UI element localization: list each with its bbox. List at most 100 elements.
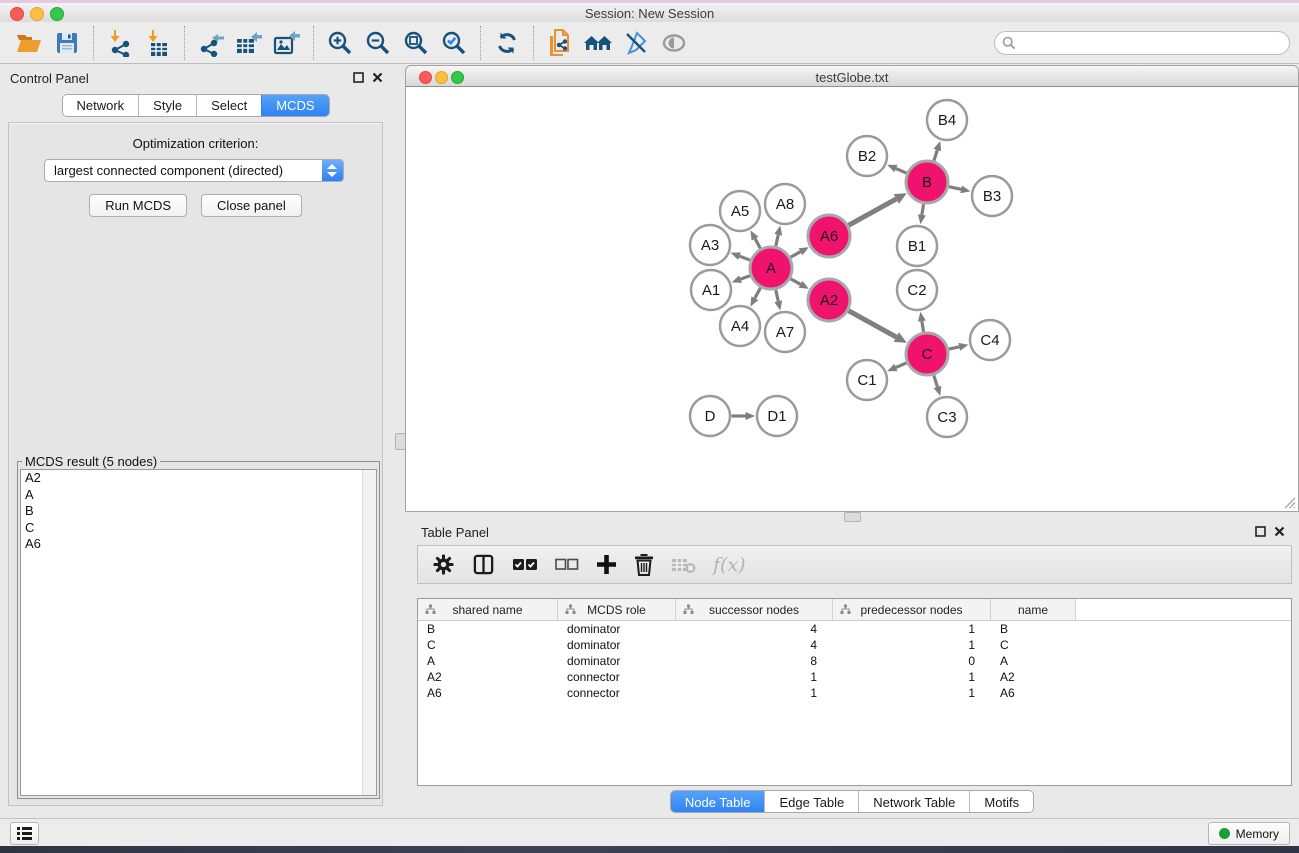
- home-view-icon[interactable]: [579, 25, 617, 61]
- export-image-icon[interactable]: [268, 25, 306, 61]
- export-table-icon[interactable]: [230, 25, 268, 61]
- delete-table-icon[interactable]: [671, 556, 696, 574]
- edge-D-D1: [732, 412, 756, 420]
- mcds-result-item[interactable]: C: [21, 520, 376, 537]
- graph-node-A[interactable]: A: [750, 247, 792, 289]
- graph-node-B2[interactable]: B2: [847, 136, 887, 176]
- tab-node-table[interactable]: Node Table: [671, 791, 765, 813]
- graph-node-B1[interactable]: B1: [897, 226, 937, 266]
- graph-node-B3[interactable]: B3: [972, 176, 1012, 216]
- table-row[interactable]: A2connector11A2: [418, 669, 1291, 685]
- graph-node-B4[interactable]: B4: [927, 100, 967, 140]
- zoom-selected-icon[interactable]: [435, 25, 473, 61]
- table-cell: 1: [833, 638, 991, 652]
- svg-text:D: D: [705, 408, 716, 425]
- node-table-header: shared nameMCDS rolesuccessor nodesprede…: [418, 599, 1291, 621]
- graph-node-A1[interactable]: A1: [691, 270, 731, 310]
- save-session-icon[interactable]: [48, 25, 86, 61]
- memory-button[interactable]: Memory: [1208, 822, 1290, 845]
- close-panel-icon[interactable]: [372, 72, 383, 83]
- graph-node-C1[interactable]: C1: [847, 360, 887, 400]
- mcds-result-item[interactable]: A: [21, 487, 376, 504]
- graph-node-A7[interactable]: A7: [765, 312, 805, 352]
- mcds-result-list[interactable]: A2ABCA6: [20, 469, 377, 796]
- graph-node-A4[interactable]: A4: [720, 306, 760, 346]
- fx-icon[interactable]: f(x): [713, 554, 746, 576]
- graph-node-B[interactable]: B: [906, 161, 948, 203]
- import-network-icon[interactable]: [101, 25, 139, 61]
- new-network-icon[interactable]: [541, 25, 579, 61]
- tab-motifs[interactable]: Motifs: [969, 791, 1033, 813]
- criterion-dropdown[interactable]: largest connected component (directed): [44, 159, 344, 182]
- select-all-icon[interactable]: [512, 557, 538, 572]
- table-row[interactable]: Bdominator41B: [418, 621, 1291, 637]
- tab-edge-table[interactable]: Edge Table: [764, 791, 858, 813]
- column-header-predecessor-nodes[interactable]: predecessor nodes: [833, 599, 991, 620]
- edge-A-A4: [750, 288, 760, 307]
- gear-icon[interactable]: [432, 553, 455, 576]
- edge-B-B4: [934, 141, 942, 161]
- refresh-icon[interactable]: [488, 25, 526, 61]
- graph-node-A2[interactable]: A2: [808, 279, 850, 321]
- run-mcds-button[interactable]: Run MCDS: [89, 194, 187, 217]
- eye-icon[interactable]: [655, 25, 693, 61]
- column-header-shared-name[interactable]: shared name: [418, 599, 558, 620]
- mcds-result-item[interactable]: A6: [21, 536, 376, 553]
- network-window-titlebar[interactable]: testGlobe.txt: [405, 65, 1299, 87]
- graph-node-A8[interactable]: A8: [765, 184, 805, 224]
- close-table-panel-icon[interactable]: [1274, 526, 1285, 537]
- mcds-result-items: A2ABCA6: [21, 470, 376, 553]
- import-table-icon[interactable]: [139, 25, 177, 61]
- svg-text:A4: A4: [731, 318, 749, 335]
- svg-text:B3: B3: [983, 188, 1001, 205]
- float-table-panel-icon[interactable]: [1255, 526, 1266, 537]
- task-history-button[interactable]: [10, 822, 39, 845]
- graph-node-C2[interactable]: C2: [897, 270, 937, 310]
- column-header-name[interactable]: name: [991, 599, 1076, 620]
- network-canvas[interactable]: A A1 A2 A3 A4 A5 A6 A7 A8 B B1 B2 B3 B4 C C1 C2 C3C4 D D1: [405, 87, 1299, 512]
- hide-panel-icon[interactable]: [617, 25, 655, 61]
- graph-node-D[interactable]: D: [690, 396, 730, 436]
- control-panel: Control Panel NetworkStyleSelectMCDS Opt…: [0, 65, 391, 818]
- svg-text:A8: A8: [776, 196, 794, 213]
- table-row[interactable]: A6connector11A6: [418, 685, 1291, 701]
- columns-icon[interactable]: [472, 553, 495, 576]
- zoom-in-icon[interactable]: [321, 25, 359, 61]
- tab-style[interactable]: Style: [138, 95, 196, 116]
- float-panel-icon[interactable]: [353, 72, 364, 83]
- graph-node-C4[interactable]: C4: [970, 320, 1010, 360]
- table-row[interactable]: Cdominator41C: [418, 637, 1291, 653]
- graph-node-A3[interactable]: A3: [690, 225, 730, 265]
- tab-mcds[interactable]: MCDS: [261, 95, 328, 116]
- tab-select[interactable]: Select: [196, 95, 261, 116]
- table-cell: 1: [833, 670, 991, 684]
- deselect-all-icon[interactable]: [555, 558, 579, 571]
- graph-node-C[interactable]: C: [906, 333, 948, 375]
- tab-network[interactable]: Network: [62, 95, 138, 116]
- svg-text:A1: A1: [702, 282, 720, 299]
- search-input[interactable]: [994, 31, 1290, 55]
- graph-node-A6[interactable]: A6: [808, 215, 850, 257]
- mcds-result-item[interactable]: A2: [21, 470, 376, 487]
- column-label: predecessor nodes: [833, 603, 990, 617]
- column-header-successor-nodes[interactable]: successor nodes: [676, 599, 833, 620]
- edge-A2-C: [849, 311, 907, 343]
- close-panel-button[interactable]: Close panel: [201, 194, 302, 217]
- open-file-icon[interactable]: [10, 25, 48, 61]
- zoom-out-icon[interactable]: [359, 25, 397, 61]
- table-row[interactable]: Adominator80A: [418, 653, 1291, 669]
- graph-node-C3[interactable]: C3: [927, 397, 967, 437]
- graph-node-A5[interactable]: A5: [720, 191, 760, 231]
- network-graph: A A1 A2 A3 A4 A5 A6 A7 A8 B B1 B2 B3 B4 C C1 C2 C3C4 D D1: [406, 87, 1298, 510]
- zoom-fit-icon[interactable]: [397, 25, 435, 61]
- resize-grip-icon[interactable]: [1282, 495, 1296, 509]
- add-row-icon[interactable]: [596, 554, 617, 575]
- export-network-icon[interactable]: [192, 25, 230, 61]
- table-cell: A2: [418, 670, 558, 684]
- tab-network-table[interactable]: Network Table: [858, 791, 969, 813]
- column-header-mcds-role[interactable]: MCDS role: [558, 599, 676, 620]
- delete-row-icon[interactable]: [634, 553, 654, 576]
- graph-node-D1[interactable]: D1: [757, 396, 797, 436]
- list-scrollbar[interactable]: [362, 470, 376, 795]
- mcds-result-item[interactable]: B: [21, 503, 376, 520]
